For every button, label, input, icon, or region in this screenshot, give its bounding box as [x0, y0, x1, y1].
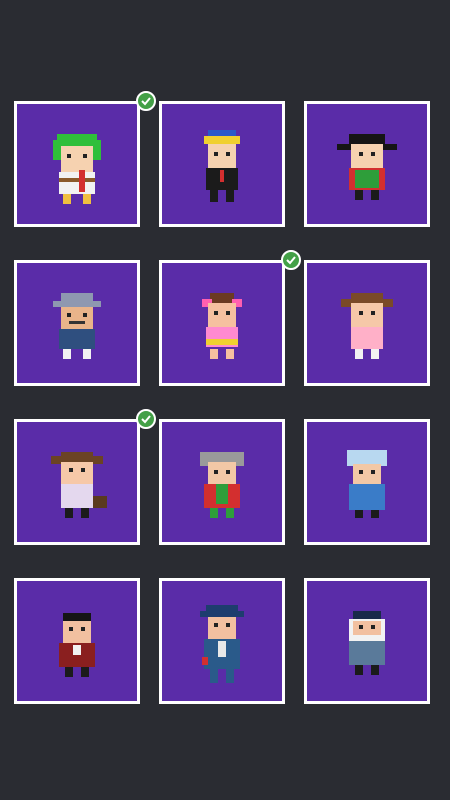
character-card-bearded-old-man[interactable]	[304, 578, 430, 704]
character-card-blue-suit-detective[interactable]	[159, 578, 285, 704]
unlocked-check-icon	[136, 409, 156, 429]
unlocked-check-icon	[136, 91, 156, 111]
pigtails-girl-with-dog-sprite	[51, 452, 107, 518]
grey-hair-grandpa-sprite	[200, 452, 244, 518]
character-card-grey-hat-man[interactable]	[14, 260, 140, 386]
pink-bow-girl-sprite	[202, 293, 242, 359]
character-grid	[0, 0, 450, 800]
red-suit-man-sprite	[59, 613, 95, 677]
blue-cap-kid-sprite	[204, 130, 240, 202]
blue-hair-grandma-sprite	[347, 450, 387, 518]
character-card-pigtails-girl-with-dog[interactable]	[14, 409, 156, 545]
bearded-old-man-sprite	[349, 611, 385, 675]
black-pigtails-girl-sprite	[337, 134, 397, 200]
brown-pigtails-girl-sprite	[341, 293, 393, 359]
character-card-pink-bow-girl[interactable]	[159, 250, 301, 386]
character-card-grey-hair-grandpa[interactable]	[159, 419, 285, 545]
character-card-blue-hair-grandma[interactable]	[304, 419, 430, 545]
grey-hat-man-sprite	[53, 293, 101, 359]
character-card-brown-pigtails-girl[interactable]	[304, 260, 430, 386]
blue-suit-detective-sprite	[200, 605, 244, 683]
character-card-black-pigtails-girl[interactable]	[304, 101, 430, 227]
green-hair-kid-sprite	[53, 134, 101, 204]
character-card-blue-cap-kid[interactable]	[159, 101, 285, 227]
character-card-green-hair-kid[interactable]	[14, 91, 156, 227]
unlocked-check-icon	[281, 250, 301, 270]
character-card-red-suit-man[interactable]	[14, 578, 140, 704]
